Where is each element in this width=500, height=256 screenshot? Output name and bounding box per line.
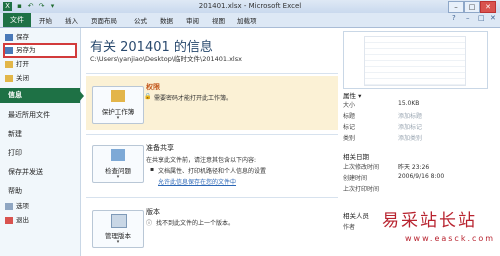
date-label: 上次打印时间 [343,186,380,193]
tab-view[interactable]: 视图 [212,15,225,25]
allow-info-link[interactable]: 允许此信息保存在您的文件中 [158,177,236,186]
tab-review[interactable]: 审阅 [186,15,199,25]
prepare-bullet: 文档属性、打印机路径和个人信息的设置 [158,168,267,175]
thumbnail-sheet [364,36,466,86]
nav-options[interactable]: 选项 [5,201,75,212]
folder-close-icon [5,74,13,82]
versions-text: 找不到此文件的上一个版本。 [156,220,235,227]
folder-open-icon [5,60,13,68]
chevron-down-icon: ▾ [116,115,120,121]
nav-print[interactable]: 打印 [0,146,80,161]
permissions-heading: 权限 [146,83,160,91]
help-icon[interactable]: ? [452,14,456,22]
nav-save-as[interactable]: 另存为 [3,43,77,58]
nav-recent[interactable]: 最近所用文件 [0,108,80,123]
nav-help[interactable]: 帮助 [0,184,80,199]
save-as-icon [5,46,13,54]
nav-close[interactable]: 关闭 [5,73,75,84]
check-issues-button[interactable]: 检查问题 ▾ [92,145,144,183]
nav-exit-label: 退出 [16,216,29,224]
divider [86,197,338,198]
manage-versions-button[interactable]: 管理版本 ▾ [92,210,144,248]
watermark-url: www.easck.com [405,234,496,243]
undo-icon[interactable]: ↶ [26,2,35,11]
nav-open[interactable]: 打开 [5,59,75,70]
prepare-text: 在共享此文件前，请注意其包含以下内容: [146,157,257,164]
nav-options-label: 选项 [16,202,29,210]
chevron-down-icon: ▾ [116,239,120,245]
file-path: C:\Users\yanjiao\Desktop\临时文件\201401.xls… [90,55,242,63]
nav-new[interactable]: 新建 [0,127,80,142]
workbook-thumbnail [343,31,488,89]
protect-workbook-button[interactable]: 保护工作簿 ▾ [92,86,144,124]
nav-save-as-label: 另存为 [16,46,36,54]
bullet-icon: ▪ [150,166,155,173]
prop-value-size: 15.0KB [398,100,420,107]
tab-insert[interactable]: 插入 [65,15,78,25]
minimize-button[interactable]: – [448,1,464,13]
window-title: 201401.xlsx - Microsoft Excel [198,2,302,10]
nav-selected-arrow [78,89,84,103]
prop-label: 类别 [343,135,356,142]
prop-value-tags[interactable]: 添加标记 [398,122,422,131]
ribbon-minimize-icon[interactable]: – [466,14,470,22]
prop-label: 标记 [343,124,356,131]
people-heading: 相关人员 [343,212,369,220]
dates-heading: 相关日期 [343,153,369,161]
excel-app-icon[interactable]: X [3,2,12,11]
watermark-text: 易采站长站 [382,211,477,231]
prepare-heading: 准备共享 [146,144,174,152]
divider [86,73,338,74]
maximize-button[interactable]: □ [464,1,480,13]
properties-heading[interactable]: 属性 ▾ [343,90,361,100]
tab-data[interactable]: 数据 [160,15,173,25]
key-icon: 🔒 [144,93,152,100]
tab-add-ins[interactable]: 加载项 [237,15,257,25]
lock-icon [111,90,125,102]
date-label: 上次修改时间 [343,164,380,171]
date-label: 创建时间 [343,175,368,182]
versions-heading: 版本 [146,208,160,216]
nav-save-label: 保存 [16,33,29,41]
redo-icon[interactable]: ↷ [37,2,46,11]
prop-label: 标题 [343,113,356,120]
options-icon [5,202,13,210]
info-icon: ⓘ [146,220,153,227]
nav-save-send[interactable]: 保存并发送 [0,165,80,180]
prop-label: 大小 [343,102,356,109]
nav-info[interactable]: 信息 [0,88,80,103]
workbook-close-icon[interactable]: ✕ [490,14,496,22]
date-modified: 昨天 23:26 [398,164,430,171]
nav-open-label: 打开 [16,60,29,68]
workbook-restore-icon[interactable]: □ [478,14,485,22]
nav-close-label: 关闭 [16,74,29,82]
prop-value-category[interactable]: 添加类别 [398,133,422,142]
tab-page-layout[interactable]: 页面布局 [91,15,117,25]
quick-save-icon[interactable]: ▪ [15,2,24,11]
chevron-down-icon: ▾ [116,174,120,180]
close-window-button[interactable]: ✕ [480,1,496,13]
tab-formulas[interactable]: 公式 [134,15,147,25]
divider [86,134,338,135]
date-created: 2006/9/16 8:00 [398,173,445,180]
nav-exit[interactable]: 退出 [5,215,75,226]
tab-home[interactable]: 开始 [39,15,52,25]
people-label: 作者 [343,224,356,231]
nav-save[interactable]: 保存 [5,32,75,43]
tab-file[interactable]: 文件 [3,13,31,27]
inspect-document-icon [111,149,125,161]
customize-toolbar-icon[interactable]: ▾ [48,2,57,11]
versions-icon [111,214,127,228]
save-icon [5,33,13,41]
prop-value-title[interactable]: 添加标题 [398,111,422,120]
permissions-text: 需要密码才能打开此工作簿。 [154,95,233,102]
exit-icon [5,216,13,224]
